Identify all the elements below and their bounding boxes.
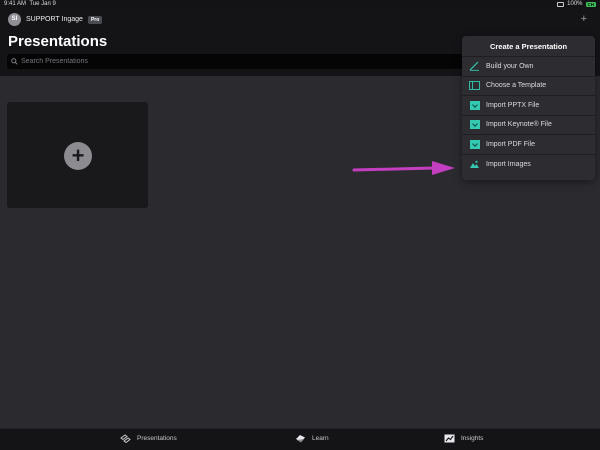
menu-item-import-images[interactable]: Import Images — [462, 155, 595, 175]
search-input[interactable] — [21, 58, 461, 65]
learn-icon — [296, 435, 305, 443]
tab-label: Learn — [312, 435, 329, 442]
menu-item-label: Import Keynote® File — [486, 121, 552, 129]
pen-icon — [469, 61, 480, 71]
battery-icon: CH — [585, 2, 596, 7]
account-button[interactable]: SI SUPPORT Ingage Pro — [8, 13, 103, 26]
page-title: Presentations — [8, 33, 108, 50]
image-icon — [469, 159, 480, 169]
pro-badge: Pro — [87, 15, 103, 24]
tab-presentations[interactable]: Presentations — [120, 434, 177, 443]
tab-learn[interactable]: Learn — [295, 434, 329, 443]
user-name: SUPPORT Ingage — [26, 16, 83, 23]
menu-item-label: Choose a Template — [486, 82, 547, 90]
search-icon — [11, 58, 18, 65]
create-presentation-popover: Create a Presentation Build your Own Cho… — [462, 36, 595, 180]
file-import-icon — [469, 120, 480, 130]
menu-item-label: Import PDF File — [486, 140, 536, 148]
search-bar[interactable] — [7, 54, 477, 69]
status-time-date: 9:41 AM Tue Jan 9 — [4, 0, 56, 9]
tab-bar: Presentations Learn Insights — [0, 428, 600, 450]
popover-title: Create a Presentation — [462, 36, 595, 57]
status-date: Tue Jan 9 — [29, 1, 56, 7]
menu-item-build-your-own[interactable]: Build your Own — [462, 57, 595, 77]
add-presentation-button[interactable]: + — [581, 14, 587, 25]
presentations-icon — [120, 434, 131, 443]
annotation-arrow — [352, 161, 455, 175]
tab-insights[interactable]: Insights — [444, 434, 483, 443]
status-time: 9:41 AM — [4, 1, 27, 7]
menu-item-label: Import PPTX File — [486, 101, 540, 109]
menu-item-import-keynote[interactable]: Import Keynote® File — [462, 116, 595, 135]
menu-item-choose-template[interactable]: Choose a Template — [462, 77, 595, 96]
template-icon — [469, 81, 480, 91]
tab-label: Insights — [461, 435, 484, 442]
menu-item-label: Import Images — [486, 160, 531, 168]
tab-label: Presentations — [137, 435, 177, 442]
plus-icon[interactable]: + — [64, 142, 92, 170]
menu-item-import-pdf[interactable]: Import PDF File — [462, 135, 595, 155]
status-indicators: 100% CH — [557, 0, 596, 9]
insights-icon — [444, 434, 455, 443]
avatar: SI — [8, 13, 21, 26]
battery-percent: 100% — [567, 1, 583, 7]
file-import-icon — [469, 100, 480, 110]
file-import-icon — [469, 139, 480, 149]
screen-mirror-icon — [557, 2, 565, 7]
menu-item-import-pptx[interactable]: Import PPTX File — [462, 96, 595, 116]
status-bar: 9:41 AM Tue Jan 9 100% CH — [0, 0, 600, 9]
menu-item-label: Build your Own — [486, 62, 534, 70]
new-presentation-tile[interactable]: + — [7, 102, 148, 208]
